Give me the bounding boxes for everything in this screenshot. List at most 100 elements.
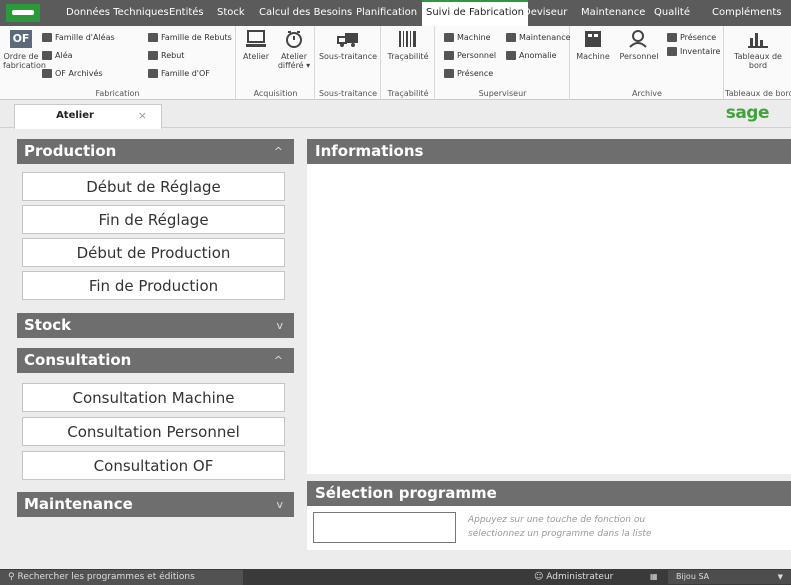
superviseur-personnel-button[interactable]: Personnel — [444, 50, 496, 62]
menu-tab-suivi-fabrication[interactable]: Suivi de Fabrication — [422, 0, 528, 26]
ribbon-group-fabrication: OF Ordre de fabrication Famille d'Aléas … — [0, 26, 236, 100]
search-placeholder: Rechercher les programmes et éditions — [17, 572, 195, 582]
menu-tab-stock[interactable]: Stock — [217, 0, 245, 26]
menu-tab-planification[interactable]: Planification — [356, 0, 417, 26]
informations-header: Informations — [307, 139, 791, 164]
user-name: Administrateur — [546, 572, 614, 582]
menu-bar: Données Techniques Entités Stock Calcul … — [0, 0, 791, 26]
machine-icon — [585, 31, 601, 47]
rebut-label: Rebut — [161, 51, 185, 60]
search-icon: ⚲ — [8, 572, 15, 582]
superviseur-maintenance-button[interactable]: Maintenance — [506, 32, 571, 44]
famille-of-label: Famille d'OF — [161, 69, 210, 78]
of-archives-label: OF Archivés — [55, 69, 103, 78]
section-header-consultation[interactable]: Consultation ^ — [17, 348, 294, 373]
bar-chart-icon — [748, 33, 768, 48]
section-title: Stock — [24, 316, 72, 334]
menu-tab-entites[interactable]: Entités — [169, 0, 204, 26]
company-icon: ▦ — [650, 572, 658, 581]
calendar-icon — [444, 69, 454, 78]
menu-tab-qualite[interactable]: Qualité — [654, 0, 690, 26]
programme-input[interactable] — [313, 512, 456, 543]
famille-rebuts-label: Famille de Rebuts — [161, 33, 232, 42]
consultation-of-button[interactable]: Consultation OF — [22, 451, 285, 480]
ribbon-group-label: Superviseur — [478, 89, 527, 98]
wrench-icon — [506, 33, 516, 42]
fin-reglage-button[interactable]: Fin de Réglage — [22, 205, 285, 234]
hint-line-1: Appuyez sur une touche de fonction ou — [468, 515, 646, 525]
tableaux-de-bord-button[interactable]: Tableaux de bord — [729, 30, 787, 70]
archive-personnel-button[interactable]: Personnel — [619, 30, 659, 61]
archive-machine-button[interactable]: Machine — [575, 30, 611, 61]
tab-atelier[interactable]: Atelier × — [14, 104, 162, 129]
consultation-personnel-button[interactable]: Consultation Personnel — [22, 417, 285, 446]
section-header-maintenance[interactable]: Maintenance v — [17, 492, 294, 517]
inventory-icon — [667, 47, 677, 56]
archive-presence-button[interactable]: Présence — [667, 32, 716, 44]
ribbon: OF Ordre de fabrication Famille d'Aléas … — [0, 26, 791, 100]
alea-label: Aléa — [55, 51, 73, 60]
menu-tab-donnees-techniques[interactable]: Données Techniques — [66, 0, 169, 26]
ordre-fabrication-label: Ordre de fabrication — [3, 52, 46, 70]
tracabilite-button[interactable]: Traçabilité — [384, 30, 432, 61]
atelier-label: Atelier — [242, 52, 270, 61]
superviseur-anomalie-button[interactable]: Anomalie — [506, 50, 557, 62]
tableaux-label-1: Tableaux de — [734, 52, 782, 61]
close-icon[interactable]: × — [138, 109, 147, 122]
folder-icon — [148, 33, 158, 42]
atelier-differe-label-2: différé — [277, 61, 304, 70]
superviseur-maintenance-label: Maintenance — [519, 33, 571, 42]
archive-machine-label: Machine — [576, 52, 610, 61]
atelier-button[interactable]: Atelier — [241, 30, 271, 61]
ribbon-group-label: Fabrication — [95, 89, 140, 98]
section-header-production[interactable]: Production ^ — [17, 139, 294, 164]
famille-aleas-button[interactable]: Famille d'Aléas — [42, 32, 115, 44]
menu-tab-deviseur[interactable]: Deviseur — [523, 0, 567, 26]
rebut-button[interactable]: Rebut — [148, 50, 184, 62]
alea-button[interactable]: Aléa — [42, 50, 73, 62]
debut-production-button[interactable]: Début de Production — [22, 238, 285, 267]
ribbon-group-tracabilite: Traçabilité Traçabilité — [382, 26, 435, 100]
chevron-up-icon: ^ — [273, 354, 283, 367]
user-info[interactable]: ☺ Administrateur — [534, 569, 613, 585]
truck-icon — [337, 33, 358, 47]
folder-icon — [148, 69, 158, 78]
debut-reglage-button[interactable]: Début de Réglage — [22, 172, 285, 201]
superviseur-presence-button[interactable]: Présence — [444, 68, 493, 80]
chevron-down-icon: v — [276, 319, 283, 332]
famille-of-button[interactable]: Famille d'OF — [148, 68, 210, 80]
ribbon-group-label: Acquisition — [253, 89, 298, 98]
section-title: Consultation — [24, 351, 132, 369]
sous-traitance-label: Sous-traitance — [318, 52, 378, 61]
atelier-differe-button[interactable]: Atelier différé ▾ — [277, 30, 311, 70]
section-title: Production — [24, 142, 117, 160]
ribbon-group-superviseur: Machine Personnel Présence Maintenance A… — [436, 26, 571, 100]
ribbon-group-label: Tableaux de bord — [725, 89, 791, 98]
menu-tab-complements[interactable]: Compléments — [712, 0, 781, 26]
machine-icon — [444, 33, 454, 42]
superviseur-anomalie-label: Anomalie — [519, 51, 557, 60]
famille-aleas-label: Famille d'Aléas — [55, 33, 115, 42]
menu-tab-calcul-besoins[interactable]: Calcul des Besoins — [259, 0, 352, 26]
of-archives-button[interactable]: OF Archivés — [42, 68, 103, 80]
status-bar: ⚲ Rechercher les programmes et éditions … — [0, 569, 791, 585]
ordre-fabrication-button[interactable]: OF Ordre de fabrication — [3, 30, 46, 70]
fin-production-button[interactable]: Fin de Production — [22, 271, 285, 300]
chevron-down-icon: ▼ — [777, 573, 783, 581]
consultation-machine-button[interactable]: Consultation Machine — [22, 383, 285, 412]
barcode-icon — [399, 31, 416, 47]
tracabilite-label: Traçabilité — [387, 52, 429, 61]
section-header-stock[interactable]: Stock v — [17, 313, 294, 338]
menu-tab-maintenance[interactable]: Maintenance — [581, 0, 645, 26]
person-icon — [444, 51, 454, 60]
archive-inventaire-button[interactable]: Inventaire — [667, 46, 720, 58]
ribbon-group-label: Traçabilité — [387, 89, 429, 98]
app-logo-icon[interactable] — [6, 4, 40, 22]
sous-traitance-button[interactable]: Sous-traitance — [318, 30, 378, 61]
company-select[interactable]: Bijou SA ▼ — [668, 570, 791, 584]
search-programmes-field[interactable]: ⚲ Rechercher les programmes et éditions — [0, 570, 243, 585]
superviseur-machine-button[interactable]: Machine — [444, 32, 491, 44]
superviseur-personnel-label: Personnel — [457, 51, 497, 60]
superviseur-presence-label: Présence — [457, 69, 494, 78]
famille-rebuts-button[interactable]: Famille de Rebuts — [148, 32, 232, 44]
